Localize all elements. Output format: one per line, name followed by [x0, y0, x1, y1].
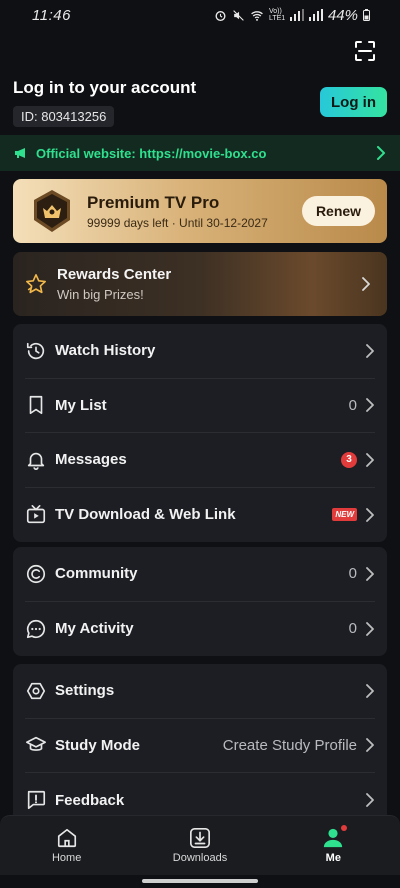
scan-icon — [355, 41, 375, 61]
battery-percent: 44% — [327, 6, 358, 24]
user-id-badge: ID: 803413256 — [13, 106, 115, 127]
login-button[interactable]: Log in — [320, 87, 387, 117]
study-mode-value: Create Study Profile — [222, 736, 357, 754]
nav-label: Home — [51, 852, 82, 864]
menu-label: Watch History — [55, 342, 156, 360]
chat-icon — [25, 618, 47, 640]
tv-icon — [25, 504, 47, 526]
chevron-right-icon — [365, 793, 375, 808]
star-icon — [25, 273, 47, 295]
community-count: 0 — [348, 565, 357, 583]
nav-label: Me — [325, 852, 341, 864]
signal-icon-2 — [308, 9, 323, 21]
premium-title: Premium TV Pro — [87, 192, 220, 212]
wifi-icon — [251, 10, 263, 21]
renew-button[interactable]: Renew — [302, 196, 375, 226]
messages-badge: 3 — [341, 451, 357, 468]
new-badge: NEW — [332, 508, 357, 522]
menu-label: Messages — [55, 451, 127, 469]
login-title: Log in to your account — [13, 78, 197, 97]
menu-item-settings[interactable]: Settings — [25, 664, 375, 719]
status-bar: 11:46 Vo)) LTE1 44% — [0, 0, 400, 30]
community-icon — [25, 563, 47, 585]
graduation-cap-icon — [25, 734, 47, 756]
chevron-right-icon — [365, 398, 375, 413]
chevron-right-icon — [365, 343, 375, 358]
menu-group-library: Watch History My List 0 Messages 3 TV Do… — [13, 324, 387, 542]
menu-label: Study Mode — [55, 736, 140, 754]
status-icons: Vo)) LTE1 44% — [214, 7, 370, 24]
bookmark-icon — [25, 394, 47, 416]
nav-home[interactable]: Home — [0, 816, 133, 875]
scan-button[interactable] — [354, 40, 376, 62]
home-indicator[interactable] — [142, 879, 258, 883]
nav-downloads[interactable]: Downloads — [133, 816, 266, 875]
megaphone-icon — [14, 147, 28, 159]
menu-label: Feedback — [55, 791, 125, 809]
status-time: 11:46 — [32, 6, 71, 24]
premium-card[interactable]: Premium TV Pro 99999 days left · Until 3… — [13, 179, 387, 243]
menu-item-tv-download[interactable]: TV Download & Web Link NEW — [25, 488, 375, 543]
menu-item-my-activity[interactable]: My Activity 0 — [25, 602, 375, 657]
menu-group-social: Community 0 My Activity 0 — [13, 547, 387, 656]
rewards-subtitle: Win big Prizes! — [57, 287, 144, 302]
network-label: Vo)) LTE1 — [268, 8, 286, 22]
official-website-text: Official website: https://movie-box.co — [36, 145, 267, 161]
menu-item-study-mode[interactable]: Study Mode Create Study Profile — [25, 719, 375, 773]
menu-group-settings: Settings Study Mode Create Study Profile… — [13, 664, 387, 824]
chevron-right-icon — [365, 452, 375, 467]
bottom-navigation: Home Downloads Me — [0, 815, 400, 875]
nav-label: Downloads — [172, 852, 228, 864]
my-list-count: 0 — [348, 396, 357, 414]
mute-icon — [233, 9, 244, 21]
menu-item-community[interactable]: Community 0 — [25, 547, 375, 602]
profile-icon — [322, 825, 348, 849]
chevron-right-icon — [365, 507, 375, 522]
menu-label: TV Download & Web Link — [55, 506, 236, 524]
chevron-right-icon — [376, 146, 386, 160]
official-website-bar[interactable]: Official website: https://movie-box.co — [0, 135, 400, 171]
nav-me[interactable]: Me — [267, 816, 400, 875]
settings-icon — [25, 680, 47, 702]
premium-text: Premium TV Pro 99999 days left · Until 3… — [87, 193, 268, 230]
premium-badge-icon — [29, 188, 75, 234]
home-icon — [56, 827, 78, 849]
rewards-title: Rewards Center — [57, 266, 172, 283]
activity-count: 0 — [348, 620, 357, 638]
menu-item-messages[interactable]: Messages 3 — [25, 433, 375, 488]
menu-item-my-list[interactable]: My List 0 — [25, 379, 375, 433]
chevron-right-icon — [365, 566, 375, 581]
alarm-icon — [215, 10, 226, 21]
history-icon — [25, 340, 47, 362]
menu-item-watch-history[interactable]: Watch History — [25, 324, 375, 379]
chevron-right-icon — [365, 621, 375, 636]
gesture-bar — [0, 875, 400, 888]
menu-label: Community — [55, 565, 138, 583]
rewards-text: Rewards Center Win big Prizes! — [57, 266, 171, 302]
battery-icon — [363, 9, 370, 21]
chevron-right-icon — [361, 277, 371, 291]
menu-label: Settings — [55, 682, 115, 700]
feedback-icon — [25, 789, 47, 811]
download-icon — [189, 827, 211, 849]
rewards-center-card[interactable]: Rewards Center Win big Prizes! — [13, 252, 387, 316]
menu-label: My List — [55, 396, 107, 414]
notification-dot — [341, 825, 348, 831]
bell-icon — [25, 449, 47, 471]
signal-icon — [289, 9, 304, 21]
menu-label: My Activity — [55, 620, 134, 638]
chevron-right-icon — [365, 738, 375, 753]
premium-subtitle: 99999 days left · Until 30-12-2027 — [87, 215, 268, 230]
chevron-right-icon — [365, 683, 375, 698]
